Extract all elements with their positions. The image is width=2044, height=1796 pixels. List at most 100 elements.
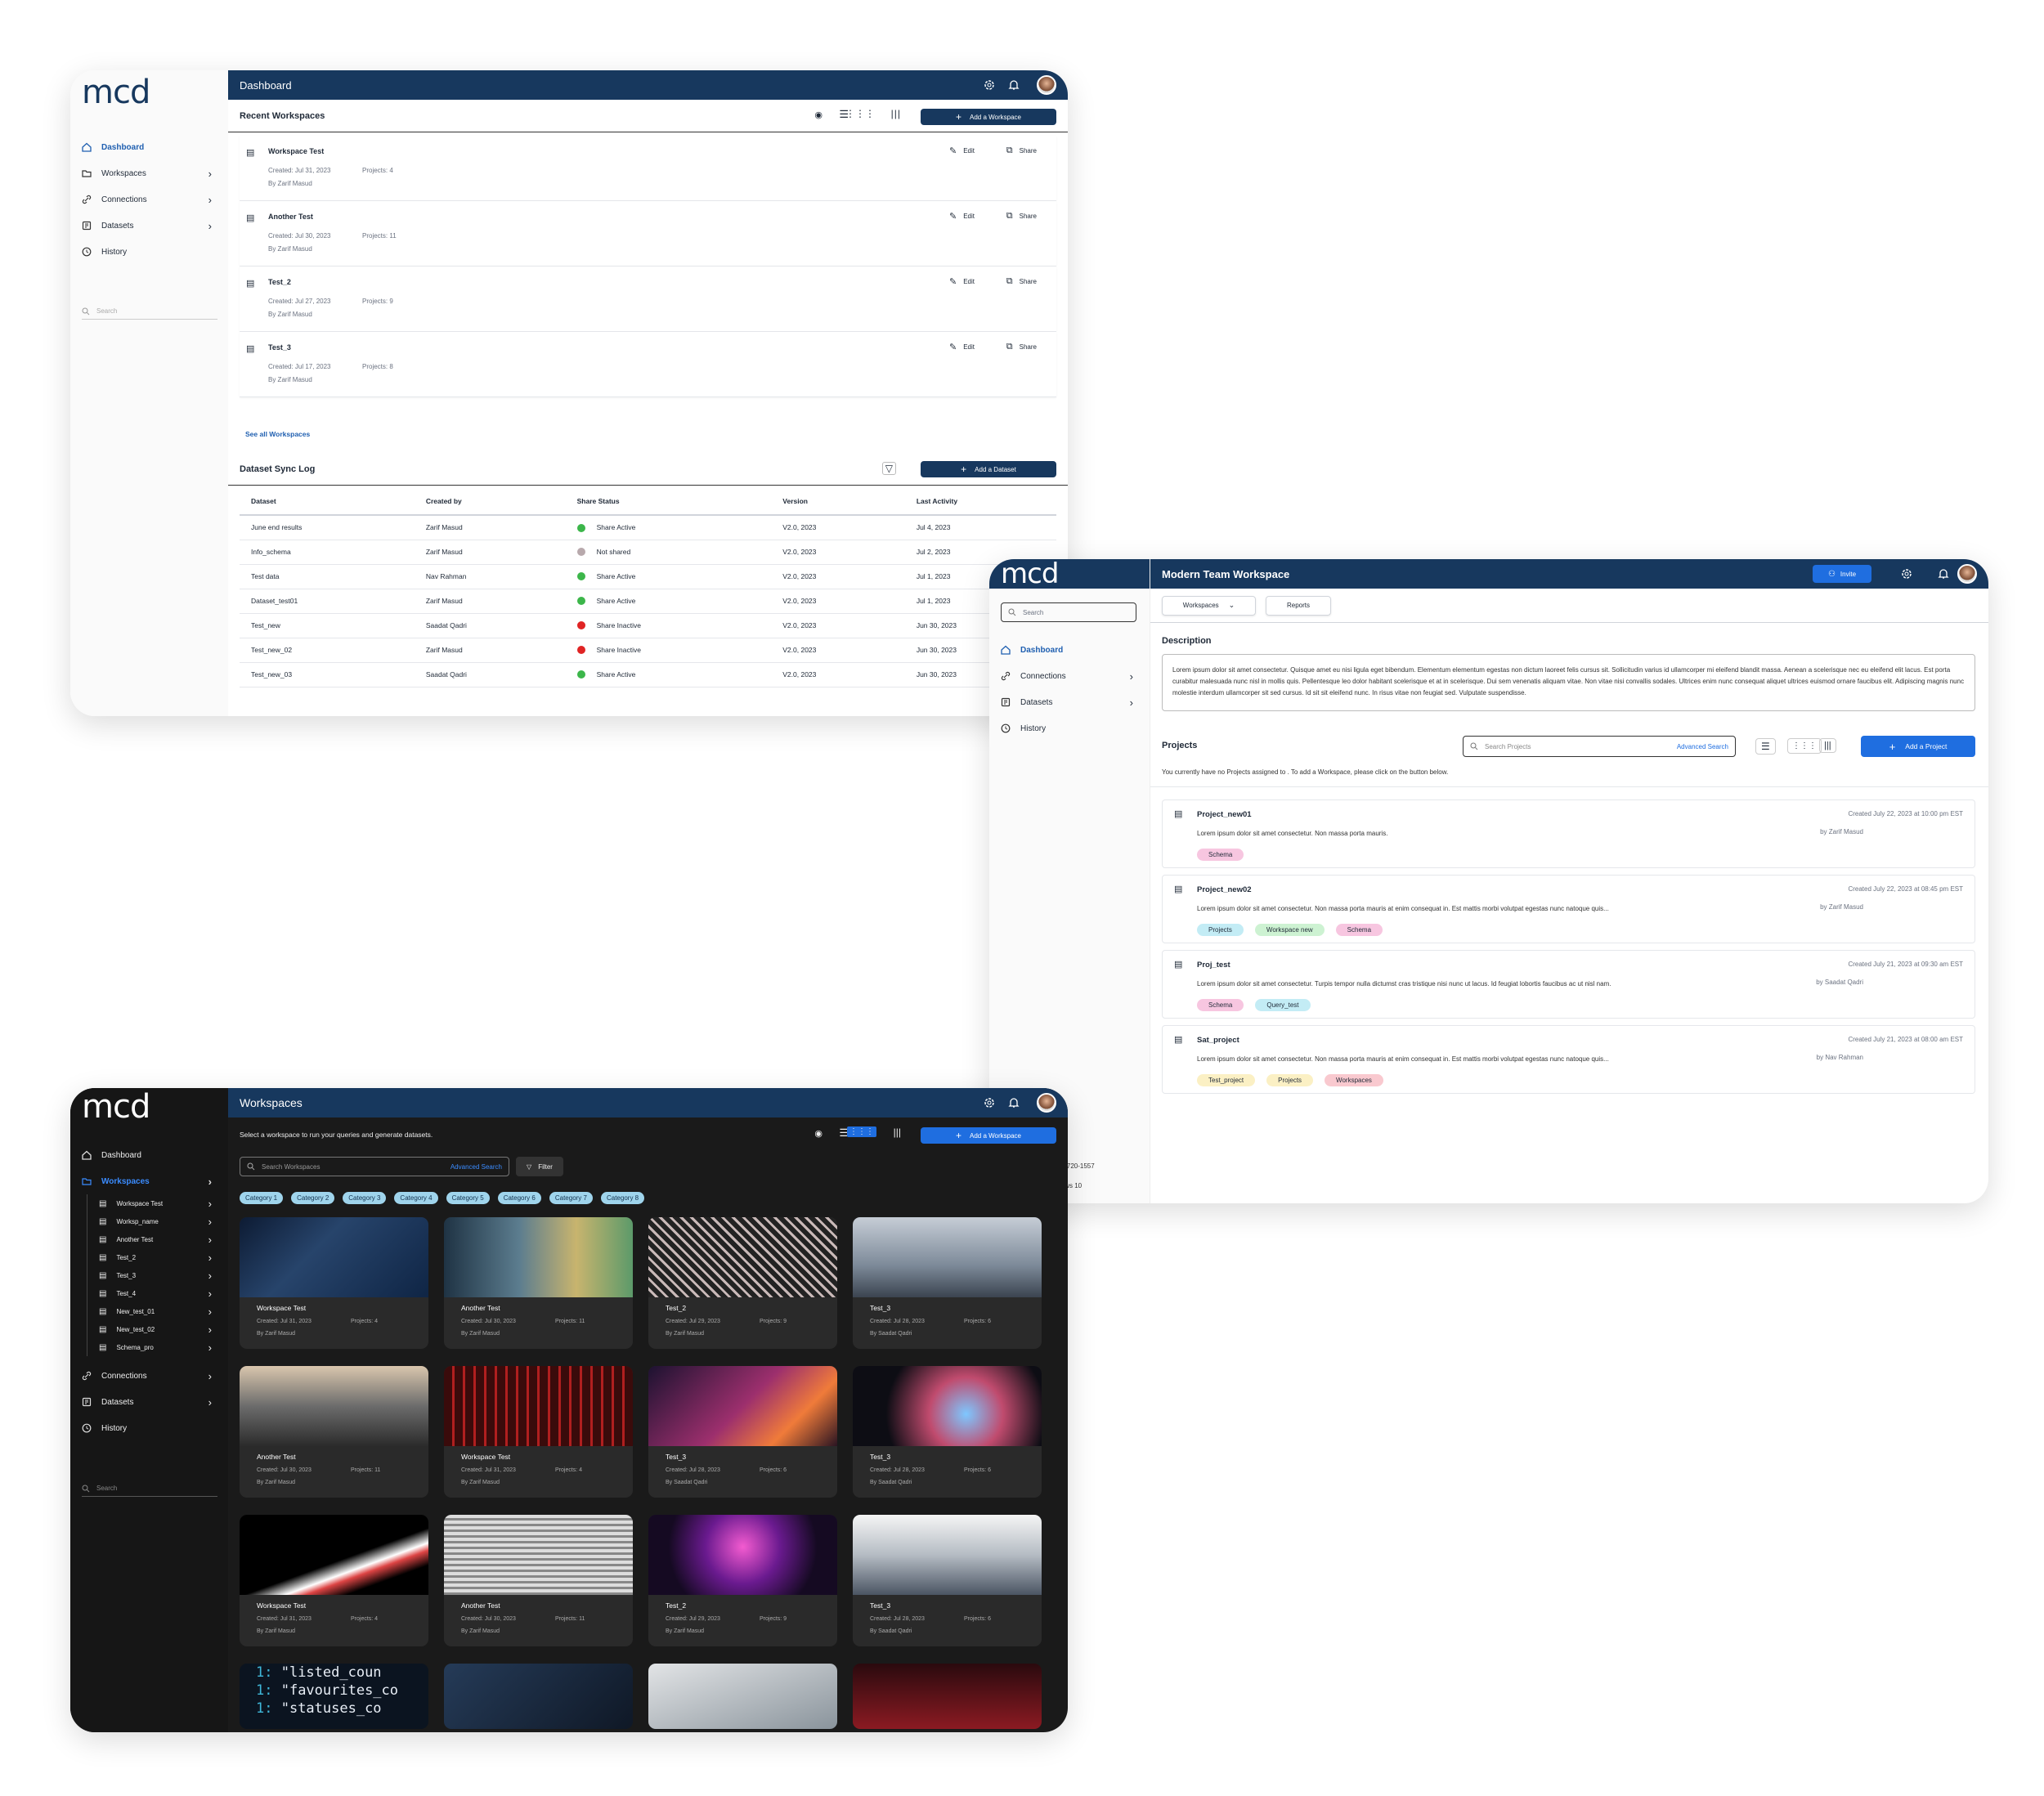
- table-row[interactable]: Info_schema Zarif Masud Not shared V2.0,…: [240, 540, 1056, 565]
- workspace-card[interactable]: Test_3 Created: Jul 28, 2023 Projects: 6…: [648, 1366, 837, 1498]
- nav-history[interactable]: History: [989, 715, 1150, 741]
- nav-connections[interactable]: Connections ›: [70, 186, 228, 213]
- workspace-card[interactable]: Workspace Test Created: Jul 31, 2023 Pro…: [240, 1515, 428, 1646]
- sidebar-search[interactable]: Search: [82, 303, 217, 320]
- category-chip[interactable]: Category 2: [291, 1192, 335, 1204]
- bell-icon[interactable]: [1007, 1096, 1020, 1109]
- share-button[interactable]: ⧉ Share: [1006, 146, 1037, 156]
- workspace-card[interactable]: Test_3 Created: Jul 28, 2023 Projects: 6…: [853, 1515, 1042, 1646]
- nav-history[interactable]: History: [70, 1415, 228, 1441]
- nav-workspaces[interactable]: Workspaces ›: [70, 1168, 228, 1194]
- workspace-card[interactable]: ▤ Workspace Test Created: Jul 31, 2023 P…: [240, 136, 1056, 201]
- project-tag[interactable]: Test_project: [1197, 1074, 1256, 1086]
- workspace-card[interactable]: Workspace Test Created: Jul 31, 2023 Pro…: [444, 1366, 633, 1498]
- category-chip[interactable]: Category 5: [446, 1192, 490, 1204]
- gear-icon[interactable]: [983, 1096, 996, 1109]
- nav-datasets[interactable]: Datasets ›: [70, 1389, 228, 1415]
- subnav-item[interactable]: ▤ New_test_01 ›: [87, 1302, 228, 1320]
- sidebar-search[interactable]: Search: [1001, 602, 1136, 622]
- workspace-card[interactable]: Test_2 Created: Jul 29, 2023 Projects: 9…: [648, 1217, 837, 1349]
- edit-button[interactable]: ✎ Edit: [949, 211, 975, 222]
- category-chip[interactable]: Category 6: [497, 1192, 541, 1204]
- add-dataset-button[interactable]: + Add a Dataset: [921, 461, 1056, 477]
- workspace-card[interactable]: 1: "listed_coun 1: "favourites_co 1: "st…: [240, 1664, 428, 1729]
- search-workspaces-input[interactable]: Search Workspaces Advanced Search: [240, 1157, 509, 1176]
- column-view-icon[interactable]: |||: [891, 108, 901, 119]
- project-tag[interactable]: Query_test: [1255, 999, 1311, 1011]
- project-tag[interactable]: Schema: [1197, 849, 1244, 861]
- project-card[interactable]: ▤ Proj_test Lorem ipsum dolor sit amet c…: [1162, 950, 1975, 1019]
- eye-icon[interactable]: ◉: [814, 1128, 823, 1139]
- project-card[interactable]: ▤ Sat_project Lorem ipsum dolor sit amet…: [1162, 1025, 1975, 1094]
- grid-view-icon[interactable]: ⋮⋮⋮: [1787, 738, 1822, 754]
- workspace-card[interactable]: [648, 1664, 837, 1729]
- subnav-item[interactable]: ▤ Schema_pro ›: [87, 1338, 228, 1356]
- table-row[interactable]: June end results Zarif Masud Share Activ…: [240, 515, 1056, 540]
- subnav-item[interactable]: ▤ New_test_02 ›: [87, 1320, 228, 1338]
- grid-view-icon[interactable]: ⋮⋮⋮: [847, 1126, 876, 1137]
- edit-button[interactable]: ✎ Edit: [949, 276, 975, 287]
- filter-icon[interactable]: ▽: [881, 462, 896, 475]
- workspace-card[interactable]: Test_3 Created: Jul 28, 2023 Projects: 6…: [853, 1366, 1042, 1498]
- nav-dashboard[interactable]: Dashboard: [989, 637, 1150, 663]
- search-projects-input[interactable]: Search Projects Advanced Search: [1463, 736, 1736, 757]
- nav-connections[interactable]: Connections ›: [70, 1363, 228, 1389]
- subnav-item[interactable]: ▤ Test_2 ›: [87, 1248, 228, 1266]
- workspace-card[interactable]: Another Test Created: Jul 30, 2023 Proje…: [240, 1366, 428, 1498]
- category-chip[interactable]: Category 8: [600, 1192, 645, 1204]
- add-workspace-button[interactable]: + Add a Workspace: [921, 109, 1056, 125]
- tab-reports[interactable]: Reports: [1266, 595, 1331, 616]
- category-chip[interactable]: Category 7: [549, 1192, 593, 1204]
- avatar[interactable]: [1957, 564, 1977, 584]
- workspace-card[interactable]: Test_2 Created: Jul 29, 2023 Projects: 9…: [648, 1515, 837, 1646]
- category-chip[interactable]: Category 4: [394, 1192, 438, 1204]
- share-button[interactable]: ⧉ Share: [1006, 342, 1037, 352]
- column-header[interactable]: Created by: [414, 487, 566, 516]
- add-workspace-button[interactable]: + Add a Workspace: [921, 1127, 1056, 1144]
- subnav-item[interactable]: ▤ Test_4 ›: [87, 1284, 228, 1302]
- project-tag[interactable]: Projects: [1197, 924, 1244, 936]
- column-header[interactable]: Last Activity: [904, 487, 1056, 516]
- column-view-icon[interactable]: |||: [894, 1126, 901, 1138]
- project-tag[interactable]: Workspace new: [1254, 924, 1325, 936]
- workspace-card[interactable]: Another Test Created: Jul 30, 2023 Proje…: [444, 1515, 633, 1646]
- bell-icon[interactable]: [1937, 567, 1950, 580]
- project-tag[interactable]: Schema: [1197, 999, 1244, 1011]
- workspace-card[interactable]: ▤ Test_2 Created: Jul 27, 2023 Projects:…: [240, 266, 1056, 332]
- nav-connections[interactable]: Connections ›: [989, 663, 1150, 689]
- add-project-button[interactable]: + Add a Project: [1861, 736, 1975, 757]
- column-header[interactable]: Dataset: [240, 487, 415, 516]
- invite-button[interactable]: ⚇ Invite: [1813, 565, 1871, 583]
- bell-icon[interactable]: [1007, 78, 1020, 92]
- workspace-card[interactable]: [853, 1664, 1042, 1729]
- table-row[interactable]: Test_new Saadat Qadri Share Inactive V2.…: [240, 613, 1056, 638]
- project-tag[interactable]: Schema: [1335, 924, 1383, 936]
- gear-icon[interactable]: [983, 78, 996, 92]
- filter-button[interactable]: ▽ Filter: [516, 1157, 563, 1176]
- project-tag[interactable]: Projects: [1266, 1074, 1314, 1086]
- nav-workspaces[interactable]: Workspaces ›: [70, 160, 228, 186]
- column-view-icon[interactable]: |||: [1819, 738, 1836, 753]
- column-header[interactable]: Share Status: [565, 487, 772, 516]
- project-card[interactable]: ▤ Project_new02 Lorem ipsum dolor sit am…: [1162, 875, 1975, 943]
- nav-datasets[interactable]: Datasets ›: [989, 689, 1150, 715]
- workspace-card[interactable]: Test_3 Created: Jul 28, 2023 Projects: 6…: [853, 1217, 1042, 1349]
- workspace-card[interactable]: Another Test Created: Jul 30, 2023 Proje…: [444, 1217, 633, 1349]
- nav-dashboard[interactable]: Dashboard: [70, 134, 228, 160]
- share-button[interactable]: ⧉ Share: [1006, 276, 1037, 287]
- advanced-search-link[interactable]: Advanced Search: [1677, 743, 1728, 750]
- table-row[interactable]: Dataset_test01 Zarif Masud Share Active …: [240, 589, 1056, 614]
- avatar[interactable]: [1037, 75, 1056, 95]
- project-card[interactable]: ▤ Project_new01 Lorem ipsum dolor sit am…: [1162, 799, 1975, 868]
- workspace-card[interactable]: Workspace Test Created: Jul 31, 2023 Pro…: [240, 1217, 428, 1349]
- category-chip[interactable]: Category 1: [240, 1192, 284, 1204]
- nav-history[interactable]: History: [70, 239, 228, 265]
- avatar[interactable]: [1037, 1093, 1056, 1113]
- grid-view-icon[interactable]: ⋮⋮⋮: [845, 108, 875, 119]
- subnav-item[interactable]: ▤ Workspace Test ›: [87, 1194, 228, 1212]
- workspace-card[interactable]: [444, 1664, 633, 1729]
- table-row[interactable]: Test data Nav Rahman Share Active V2.0, …: [240, 564, 1056, 589]
- nav-dashboard[interactable]: Dashboard: [70, 1142, 228, 1168]
- subnav-item[interactable]: ▤ Worksp_name ›: [87, 1212, 228, 1230]
- share-button[interactable]: ⧉ Share: [1006, 211, 1037, 222]
